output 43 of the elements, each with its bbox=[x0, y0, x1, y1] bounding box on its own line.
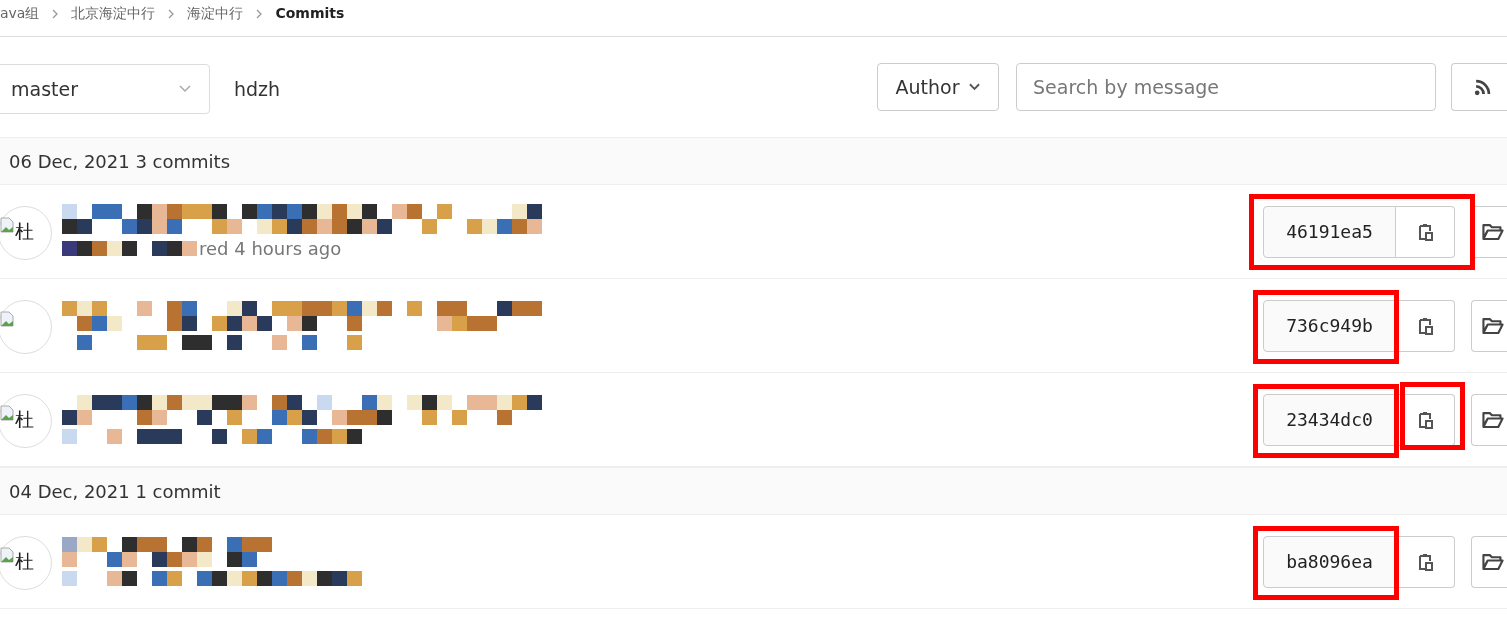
commit-sha-button[interactable]: 23434dc0 bbox=[1263, 393, 1396, 446]
chevron-icon bbox=[167, 9, 176, 19]
folder-icon bbox=[1482, 223, 1504, 240]
clipboard-icon bbox=[1417, 316, 1433, 335]
rss-button[interactable] bbox=[1451, 63, 1507, 111]
copy-button[interactable] bbox=[1396, 535, 1455, 588]
avatar-alt-text: 杜 bbox=[15, 406, 34, 432]
folder-icon bbox=[1482, 411, 1504, 428]
broken-image-icon bbox=[0, 216, 15, 233]
avatar-alt-text: 杜 bbox=[15, 218, 34, 244]
rss-icon bbox=[1474, 78, 1491, 96]
commit-sha-button[interactable]: 736c949b bbox=[1263, 299, 1396, 352]
folder-icon bbox=[1482, 317, 1504, 334]
clipboard-icon bbox=[1417, 410, 1433, 429]
search-field[interactable]: Search by message bbox=[1016, 63, 1436, 111]
browse-files-button[interactable] bbox=[1471, 535, 1507, 588]
clipboard-icon bbox=[1417, 552, 1433, 571]
folder-icon bbox=[1482, 553, 1504, 570]
commit-meta-text: red 4 hours ago bbox=[199, 238, 342, 259]
chevron-icon bbox=[51, 9, 60, 19]
chevron-down-icon bbox=[179, 85, 191, 93]
breadcrumb-link[interactable]: ava组 bbox=[0, 4, 40, 22]
copy-button[interactable] bbox=[1396, 205, 1455, 258]
breadcrumb-link[interactable]: 北京海淀中行 bbox=[71, 4, 156, 22]
commit-sha-button[interactable]: ba8096ea bbox=[1263, 535, 1396, 588]
broken-image-icon bbox=[0, 404, 15, 421]
avatar-alt-text: 杜 bbox=[15, 548, 34, 574]
broken-image-icon bbox=[0, 310, 15, 327]
broken-image-icon bbox=[0, 546, 15, 563]
chevron-down-icon bbox=[969, 83, 981, 91]
browse-files-button[interactable] bbox=[1471, 299, 1507, 352]
copy-button[interactable] bbox=[1396, 299, 1455, 352]
date-header: 06 Dec, 2021 3 commits bbox=[0, 137, 1507, 185]
path-text: hdzh bbox=[234, 78, 281, 100]
chevron-icon bbox=[255, 9, 264, 19]
date-header: 04 Dec, 2021 1 commit bbox=[0, 467, 1507, 515]
commit-sha-button[interactable]: 46191ea5 bbox=[1263, 205, 1396, 258]
author-dropdown[interactable]: Author bbox=[877, 63, 999, 111]
breadcrumb-link[interactable]: 海淀中行 bbox=[187, 4, 244, 22]
branch-dropdown[interactable]: master bbox=[0, 64, 210, 114]
breadcrumb-link[interactable]: Commits bbox=[275, 4, 345, 22]
browse-files-button[interactable] bbox=[1471, 393, 1507, 446]
clipboard-icon bbox=[1417, 222, 1433, 241]
